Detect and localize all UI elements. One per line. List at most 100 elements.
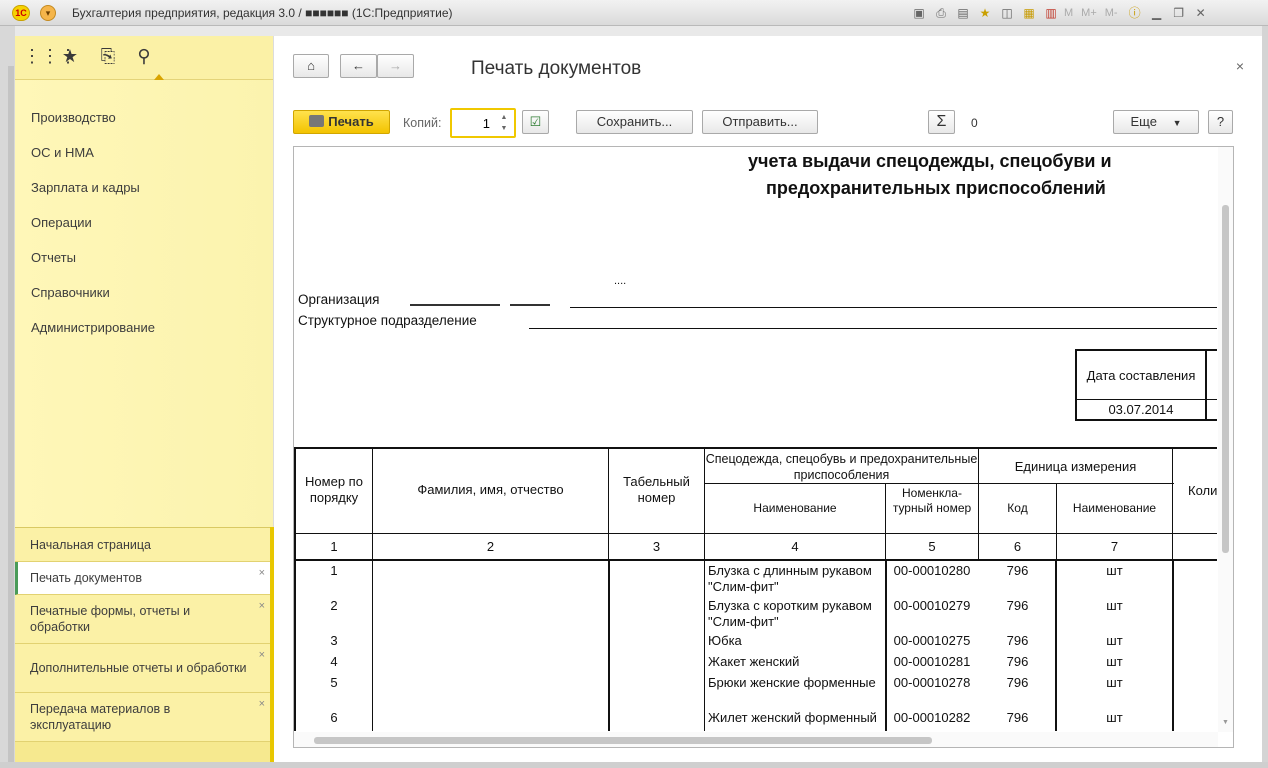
row-num: 4 (330, 654, 338, 669)
home-button[interactable]: ⌂ (293, 54, 329, 78)
close-tab-icon[interactable]: × (259, 696, 265, 712)
home-icon: ⌂ (307, 58, 315, 73)
open-window-label: Печать документов (30, 571, 143, 585)
table-header-line (294, 533, 1217, 534)
col-number: 5 (928, 539, 936, 554)
row-num: 1 (330, 563, 338, 578)
section-administration[interactable]: Администрирование (31, 320, 155, 335)
close-tab-icon[interactable]: × (259, 565, 265, 581)
frame-top (15, 26, 1262, 36)
section-salary[interactable]: Зарплата и кадры (31, 180, 140, 195)
frame-left-inner (8, 66, 14, 766)
row-num: 6 (330, 710, 338, 725)
edit-document-button[interactable]: ☑ (522, 110, 549, 134)
scroll-down-icon[interactable]: ▼ (1222, 719, 1229, 726)
copies-field: ▲ ▼ (450, 108, 516, 138)
spin-up-icon[interactable]: ▲ (496, 112, 512, 123)
preview-icon[interactable]: ▤ (954, 5, 972, 21)
spin-down-icon[interactable]: ▼ (496, 123, 512, 134)
open-window-print-forms[interactable]: Печатные формы, отчеты и обработки × (15, 595, 273, 644)
printer-icon[interactable]: ⎙ (932, 5, 950, 21)
more-button[interactable]: Еще ▼ (1113, 110, 1199, 134)
memory-m-button[interactable]: M (1064, 7, 1073, 19)
edit-checklist-icon: ☑ (529, 114, 542, 129)
favorites-star-icon[interactable]: ★ (59, 45, 81, 67)
col-number: 1 (330, 539, 338, 554)
favorite-star-icon[interactable]: ★ (976, 5, 994, 21)
col-number: 4 (791, 539, 799, 554)
row-num: 2 (330, 598, 338, 613)
print-button[interactable]: Печать (293, 110, 390, 134)
all-functions-grid-icon[interactable]: ⋮⋮⋮ (23, 45, 77, 67)
close-tab-icon[interactable]: × (259, 598, 265, 614)
close-window-icon[interactable]: ✕ (1192, 5, 1210, 21)
copies-input[interactable] (454, 113, 494, 133)
table-vline (704, 447, 705, 731)
forward-button[interactable]: → (377, 54, 414, 78)
table-sub-header-line (704, 483, 1174, 484)
printer-icon (309, 115, 325, 127)
history-icon[interactable]: ◫ (998, 5, 1016, 21)
save-disk-icon[interactable]: ▣ (910, 5, 928, 21)
title-bar: 1С ▾ Бухгалтерия предприятия, редакция 3… (0, 0, 1268, 26)
close-form-icon[interactable]: × (1236, 58, 1244, 74)
copies-label: Копий: (403, 116, 442, 130)
frame-bottom (0, 762, 1268, 768)
memory-mminus-button[interactable]: M- (1105, 7, 1118, 19)
table-vline (1172, 559, 1174, 731)
spreadsheet-document[interactable]: учета выдачи спецодежды, спецобуви и пре… (293, 146, 1234, 748)
vertical-scroll-thumb[interactable] (1222, 205, 1229, 553)
row-nom: 00-00010281 (893, 654, 971, 669)
dept-underline (529, 328, 1217, 329)
section-operations[interactable]: Операции (31, 215, 92, 230)
open-window-additional-reports[interactable]: Дополнительные отчеты и обработки × (15, 644, 273, 693)
date-value: 03.07.2014 (1108, 402, 1174, 417)
history-icon[interactable]: ⎘ (97, 45, 119, 67)
row-num: 3 (330, 633, 338, 648)
header-spec-nom: Номенкла-турный номер (892, 486, 972, 515)
row-unit: шт (1106, 675, 1123, 690)
section-os-nma[interactable]: ОС и НМА (31, 145, 94, 160)
open-window-print-documents[interactable]: Печать документов × (15, 562, 273, 595)
info-icon[interactable]: ⓘ (1126, 5, 1144, 21)
row-code: 796 (1006, 598, 1029, 613)
search-icon[interactable]: ⚲ (133, 45, 155, 67)
main-menu-icon[interactable]: ▾ (40, 5, 56, 21)
section-reports[interactable]: Отчеты (31, 250, 76, 265)
sum-button[interactable]: Σ (928, 110, 955, 134)
org-label: Организация (298, 292, 380, 307)
app-window: 1С ▾ Бухгалтерия предприятия, редакция 3… (0, 0, 1268, 768)
section-production[interactable]: Производство (31, 110, 116, 125)
horizontal-scrollbar[interactable] (294, 732, 1218, 747)
close-tab-icon[interactable]: × (259, 647, 265, 663)
col-number: 6 (1013, 539, 1022, 554)
row-nom: 00-00010278 (893, 675, 971, 690)
open-window-label: Передача материалов в эксплуатацию (30, 702, 171, 732)
memory-mplus-button[interactable]: M+ (1081, 7, 1097, 19)
restore-icon[interactable]: ❐ (1170, 5, 1188, 21)
minimize-icon[interactable]: ▁ (1148, 5, 1166, 21)
header-num: Номер по порядку (305, 474, 363, 505)
doc-title-line1: учета выдачи спецодежды, спецобуви и (748, 151, 1112, 171)
row-nom: 00-00010280 (893, 563, 971, 578)
back-button[interactable]: ← (340, 54, 377, 78)
nav-toolbar: ⋮⋮⋮ ★ ⎘ ⚲ (15, 36, 273, 80)
row-nom: 00-00010279 (893, 598, 971, 613)
header-qty: Коли (1188, 483, 1217, 498)
dept-label: Структурное подразделение (298, 313, 477, 328)
horizontal-scroll-thumb[interactable] (314, 737, 932, 744)
date-header: Дата составления (1086, 368, 1196, 383)
calendar-icon[interactable]: ▥ (1042, 5, 1060, 21)
window-title: Бухгалтерия предприятия, редакция 3.0 / … (72, 6, 453, 20)
vertical-scrollbar[interactable]: ▼ (1218, 147, 1233, 732)
section-directories[interactable]: Справочники (31, 285, 110, 300)
table-border-top (294, 447, 1217, 449)
save-button[interactable]: Сохранить... (576, 110, 693, 134)
send-button[interactable]: Отправить... (702, 110, 818, 134)
calculator-icon[interactable]: ▦ (1020, 5, 1038, 21)
help-button[interactable]: ? (1208, 110, 1233, 134)
row-name: Блузка с длинным рукавом "Слим-фит" (708, 563, 872, 594)
open-window-home[interactable]: Начальная страница (15, 528, 273, 562)
open-window-materials-transfer[interactable]: Передача материалов в эксплуатацию × (15, 693, 273, 742)
open-window-label: Печатные формы, отчеты и обработки (30, 604, 191, 634)
